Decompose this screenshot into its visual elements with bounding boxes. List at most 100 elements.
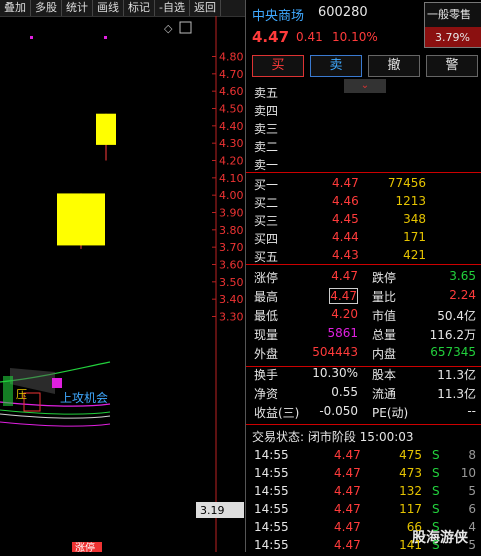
tick-count: 8: [468, 448, 476, 462]
stat-value: 5861: [327, 326, 358, 340]
bid-volume: 421: [403, 248, 426, 262]
price-tick-label: 4.00: [219, 189, 244, 202]
stat-value: 504443: [312, 345, 358, 359]
marker-dot: [104, 36, 107, 39]
price-change: 0.41: [296, 30, 323, 44]
tick-count: 10: [460, 466, 476, 480]
stat-label: 市值: [372, 309, 397, 323]
ask-label: 卖五: [254, 86, 279, 100]
stat-label: 外盘: [254, 347, 279, 361]
tick-side: S: [432, 502, 440, 516]
bid-volume: 1213: [395, 194, 426, 208]
tick-price: 4.47: [334, 538, 361, 552]
fund-label: 换手: [254, 368, 279, 382]
industry-name: 一般零售: [427, 8, 471, 21]
tick-side: S: [432, 484, 440, 498]
price-tick-label: 3.60: [219, 258, 244, 271]
toolbar-item-4[interactable]: 标记: [124, 0, 155, 16]
tick-count: 4: [468, 520, 476, 534]
price-change-pct: 10.10%: [332, 30, 378, 44]
bid-label: 买一: [254, 178, 279, 192]
fund-label: 收益(三): [254, 406, 300, 420]
stat-label: 总量: [372, 328, 397, 342]
alert-button[interactable]: 警: [426, 55, 478, 77]
tick-count: 5: [468, 538, 476, 552]
trade-status: 交易状态: 闭市阶段 15:00:03: [252, 430, 414, 444]
tick-side: S: [432, 520, 440, 534]
stock-name: 中央商场: [252, 9, 305, 24]
tick-price: 4.47: [334, 502, 361, 516]
price-tick-label: 3.30: [219, 310, 244, 323]
tick-volume: 475: [399, 448, 422, 462]
tick-price: 4.47: [334, 520, 361, 534]
fund-label: 净资: [254, 387, 279, 401]
quote-panel: 中央商场 600280 一般零售 3.79% 4.47 0.41 10.10% …: [245, 0, 481, 552]
fund-value: 11.3亿: [437, 368, 476, 382]
ma-line-green-2: [0, 409, 111, 415]
bid-price: 4.47: [332, 176, 359, 190]
stat-value: 50.4亿: [437, 309, 476, 323]
toolbar-item-5[interactable]: -自选: [155, 0, 190, 16]
price-tick-label: 4.30: [219, 137, 244, 150]
tick-price: 4.47: [334, 484, 361, 498]
stat-label: 最高: [254, 290, 279, 304]
tick-time: 14:55: [254, 520, 289, 534]
tick-volume: 132: [399, 484, 422, 498]
toolbar-item-0[interactable]: 叠加: [0, 0, 31, 16]
current-price-tag-label: 3.19: [200, 504, 225, 517]
kline-svg: 4.80 4.70 4.60 4.50 4.40 4.30 4.20 4.10 4.00 3.90…: [0, 16, 244, 554]
stat-label: 最低: [254, 309, 279, 323]
ma-line-white: [0, 413, 111, 419]
price-tick-label: 3.40: [219, 293, 244, 306]
stat-label: 跌停: [372, 271, 397, 285]
candle-body: [57, 193, 105, 246]
bid-price: 4.45: [332, 212, 359, 226]
toolbar-item-3[interactable]: 画线: [93, 0, 124, 16]
annotation-press: 压: [16, 388, 27, 401]
ask-label: 卖四: [254, 104, 279, 118]
stat-value: 3.65: [449, 269, 476, 283]
tick-volume: 141: [399, 538, 422, 552]
bid-price: 4.43: [332, 248, 359, 262]
ma-line-magenta-2: [0, 421, 111, 427]
buy-button[interactable]: 买: [252, 55, 304, 77]
price-tick-label: 4.70: [219, 68, 244, 81]
stat-value: 657345: [430, 345, 476, 359]
toolbar-item-2[interactable]: 统计: [62, 0, 93, 16]
tick-side: S: [432, 466, 440, 480]
fund-value: 10.30%: [312, 366, 358, 380]
bid-volume: 171: [403, 230, 426, 244]
stat-value: 4.47: [331, 269, 358, 283]
fund-value: 0.55: [331, 385, 358, 399]
fund-label: PE(动): [372, 406, 409, 420]
tick-count: 6: [468, 502, 476, 516]
kline-chart[interactable]: 4.80 4.70 4.60 4.50 4.40 4.30 4.20 4.10 4.00 3.90…: [0, 16, 245, 554]
price-tick-label: 3.80: [219, 224, 244, 237]
toolbar-item-1[interactable]: 多股: [31, 0, 62, 16]
stat-value: 116.2万: [429, 328, 476, 342]
price-tick-label: 4.50: [219, 102, 244, 115]
diamond-icon: ◇: [164, 22, 173, 35]
stat-value: 2.24: [449, 288, 476, 302]
tick-price: 4.47: [334, 466, 361, 480]
cancel-button[interactable]: 撤: [368, 55, 420, 77]
last-price: 4.47: [252, 28, 290, 46]
price-tick-label: 3.70: [219, 241, 244, 254]
stock-code: 600280: [318, 5, 368, 20]
industry-box[interactable]: 一般零售 3.79%: [424, 2, 481, 48]
price-tick-label: 3.50: [219, 276, 244, 289]
bid-label: 买四: [254, 232, 279, 246]
toolbar-item-6[interactable]: 返回: [190, 0, 221, 16]
industry-pct: 3.79%: [435, 31, 470, 44]
fund-label: 股本: [372, 368, 397, 382]
tick-time: 14:55: [254, 484, 289, 498]
tick-time: 14:55: [254, 538, 289, 552]
annotation-attack: 上攻机会: [60, 391, 108, 405]
ask-label: 卖三: [254, 122, 279, 136]
bid-volume: 77456: [387, 176, 426, 190]
expand-chevron-icon[interactable]: ⌄: [344, 79, 386, 93]
sell-button[interactable]: 卖: [310, 55, 362, 77]
price-tick-label: 3.90: [219, 206, 244, 219]
bid-label: 买三: [254, 214, 279, 228]
small-candle-magenta: [52, 378, 62, 388]
